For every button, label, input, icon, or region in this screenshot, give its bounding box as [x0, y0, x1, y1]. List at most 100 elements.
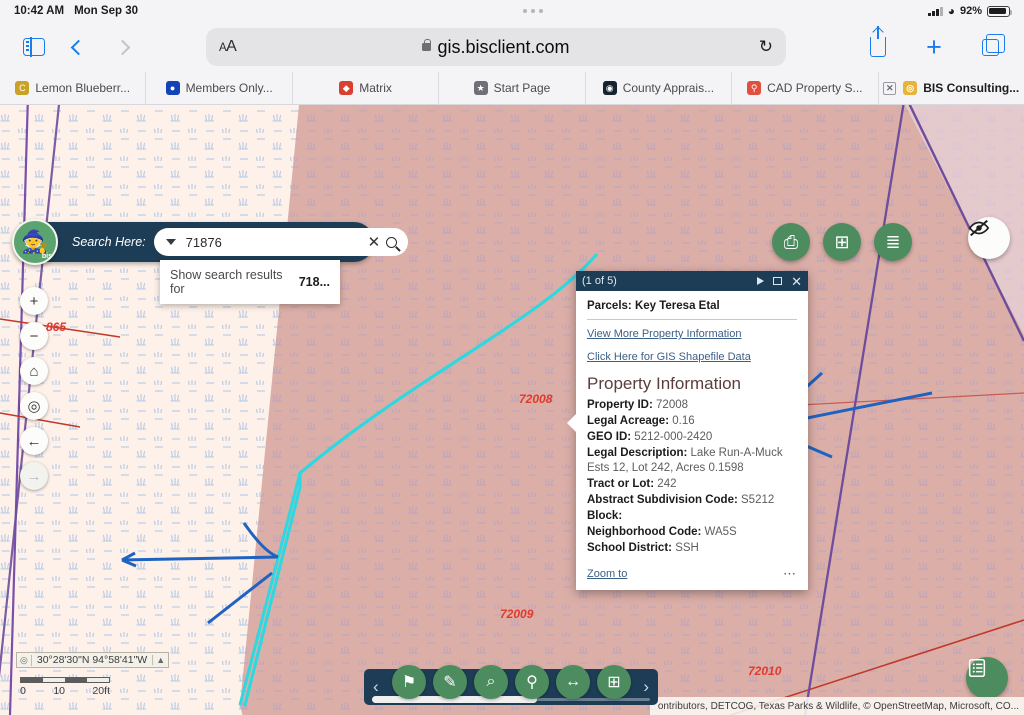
bookmark-item[interactable]: ⚲ CAD Property S...	[732, 72, 879, 104]
property-field-label: School District:	[587, 541, 672, 554]
locate-me-button[interactable]: ◎	[20, 392, 48, 420]
layers-button[interactable]: ≣	[874, 223, 912, 261]
sidebar-toggle-icon	[23, 37, 45, 57]
previous-extent-button[interactable]: ←	[20, 427, 48, 455]
bookmark-item[interactable]: ● Members Only...	[146, 72, 293, 104]
bookmark-favicon: ◆	[339, 81, 354, 95]
property-field: Legal Description: Lake Run-A-Muck Ests …	[587, 446, 797, 478]
property-field: GEO ID: 5212-000-2420	[587, 430, 797, 446]
coordinate-readout[interactable]: ◎ 30°28'30"N 94°58'41"W ▲	[16, 652, 170, 668]
url-display: gis.bisclient.com	[206, 37, 786, 58]
print-icon: ⎙	[783, 231, 799, 252]
bookmark-label: Matrix	[359, 81, 392, 95]
draw-tool[interactable]: ✎	[433, 665, 467, 699]
home-extent-button[interactable]: ⌂	[20, 357, 48, 385]
property-field-value: WA5S	[704, 525, 737, 538]
property-field-value: S5212	[741, 494, 775, 507]
chevron-up-icon[interactable]: ▲	[152, 655, 168, 665]
scale-mid: 10	[53, 685, 65, 697]
sidebar-toggle-button[interactable]	[14, 29, 54, 65]
bis-logo-icon[interactable]: 🧙 bis	[12, 219, 58, 265]
bookmarks-tool[interactable]: ⚑	[392, 665, 426, 699]
gis-map-canvas[interactable]: 865 72008 72009 72010 + − ⌂ ◎ ← → ⎙ ⊞ ≣ ◎ 30°28'30…	[0, 105, 1024, 715]
property-field: Abstract Subdivision Code: S5212	[587, 493, 797, 509]
search-icon[interactable]	[386, 236, 398, 248]
hide-layers-button[interactable]	[968, 217, 1010, 259]
zoom-in-button[interactable]: +	[20, 287, 48, 315]
scale-bar: 0 10 20ft	[20, 677, 110, 697]
map-navigation-tools: + − ⌂ ◎ ← →	[20, 287, 48, 490]
play-next-icon[interactable]	[757, 277, 765, 285]
bookmark-label: BIS Consulting...	[923, 81, 1020, 95]
share-button[interactable]	[858, 26, 898, 65]
plus-icon: +	[926, 31, 942, 62]
bookmark-favicon: ⚲	[747, 81, 762, 95]
forward-button[interactable]	[102, 29, 142, 65]
bookmark-item[interactable]: ✕ ◎ BIS Consulting...	[879, 72, 1024, 104]
bookmark-item[interactable]: ★ Start Page	[439, 72, 586, 104]
parcel-label: 72010	[748, 664, 782, 678]
property-field-label: Property ID:	[587, 399, 653, 411]
property-field-list: Property ID: 72008 Legal Acreage: 0.16 GEO…	[587, 398, 797, 557]
back-chevron-icon	[70, 39, 86, 55]
status-dot	[523, 9, 528, 13]
forward-chevron-icon	[114, 39, 130, 55]
map-graphics	[0, 105, 1024, 715]
maximize-icon[interactable]	[773, 277, 783, 285]
bookmark-label: CAD Property S...	[767, 81, 863, 95]
property-field: Neighborhood Code: WA5S	[587, 525, 797, 541]
bookmark-item[interactable]: C Lemon Blueberr...	[0, 72, 147, 104]
zoom-out-button[interactable]: −	[20, 322, 48, 350]
crosshair-icon: ◎	[17, 654, 32, 666]
bookmark-item[interactable]: ◆ Matrix	[293, 72, 440, 104]
bookmark-favicon: ◉	[602, 81, 617, 95]
print-button[interactable]: ⎙	[772, 223, 810, 261]
search-field[interactable]: ✕	[153, 228, 409, 256]
wifi-icon: ◕	[947, 4, 955, 18]
status-dot	[531, 9, 536, 13]
tabs-overview-button[interactable]	[970, 29, 1010, 65]
search-input[interactable]	[185, 234, 362, 250]
property-field-label: Legal Description:	[587, 446, 688, 459]
basemap-gallery-icon: ⊞	[834, 231, 850, 252]
zoom-to-link[interactable]: Zoom to	[587, 568, 627, 580]
close-tab-icon[interactable]: ✕	[883, 81, 897, 95]
back-button[interactable]	[58, 29, 98, 65]
bookmark-label: Start Page	[493, 81, 551, 95]
address-bar[interactable]: AA gis.bisclient.com ↻	[206, 28, 786, 66]
search-suggestion[interactable]: Show search results for 718...	[160, 260, 340, 304]
property-field: Legal Acreage: 0.16	[587, 414, 797, 430]
bookmark-item[interactable]: ◉ County Apprais...	[586, 72, 733, 104]
search-suggestion-term: 718...	[298, 275, 330, 289]
chevron-down-icon[interactable]	[165, 239, 176, 245]
dock-prev-button[interactable]: ‹	[370, 677, 382, 697]
more-actions-icon[interactable]: ⋯	[783, 566, 797, 582]
add-data-tool[interactable]: ⊞	[597, 665, 631, 699]
feature-popup: (1 of 5) ✕ Parcels: Key Teresa Etal View…	[567, 271, 808, 590]
select-search-tool[interactable]: ⚲	[515, 665, 549, 699]
bookmark-favicon: ★	[473, 81, 488, 95]
close-icon[interactable]: ✕	[791, 275, 802, 288]
status-date: Mon Sep 30	[74, 5, 138, 17]
map-tool-icons: ⚑ ✎ ⌕ ⚲ ↔ ⊞	[392, 665, 631, 699]
clear-x-icon[interactable]: ✕	[368, 233, 381, 251]
view-more-property-information-link[interactable]: View More Property Information	[587, 328, 797, 340]
search-label: Search Here:	[72, 235, 146, 249]
attribute-table-button[interactable]	[966, 657, 1008, 699]
dock-next-button[interactable]: ›	[640, 677, 652, 697]
measure-icon: ↔	[565, 673, 581, 690]
bookmark-favicon: ●	[165, 81, 180, 95]
battery-icon	[987, 5, 1013, 17]
zoom-out-icon: −	[29, 327, 39, 345]
basemap-gallery-button[interactable]: ⊞	[823, 223, 861, 261]
search-bar: Search Here: ✕	[14, 222, 409, 262]
measure-tool[interactable]: ↔	[556, 665, 590, 699]
next-extent-button[interactable]: →	[20, 462, 48, 490]
coordinate-value: 30°28'30"N 94°58'41"W	[36, 654, 148, 666]
gis-shapefile-data-link[interactable]: Click Here for GIS Shapefile Data	[587, 351, 797, 363]
identify-tool[interactable]: ⌕	[474, 665, 508, 699]
property-field-value: 242	[657, 478, 677, 491]
new-tab-button[interactable]: +	[914, 29, 954, 65]
identify-icon: ⌕	[486, 673, 496, 690]
zoom-in-icon: +	[29, 292, 39, 310]
